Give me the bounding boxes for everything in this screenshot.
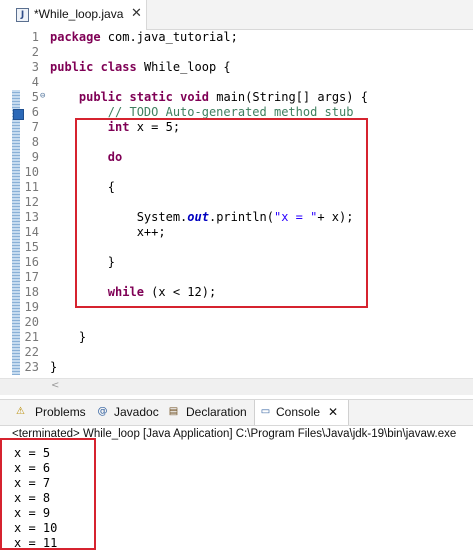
line-number: 6 bbox=[31, 105, 39, 119]
code-token: class bbox=[100, 60, 137, 74]
code-line[interactable] bbox=[50, 45, 470, 60]
code-token: void bbox=[180, 90, 209, 104]
editor-tab-while-loop[interactable]: J *While_loop.java ✕ bbox=[0, 0, 147, 30]
line-number: 21 bbox=[24, 330, 39, 344]
code-token: main(String[] args) { bbox=[209, 90, 368, 104]
close-icon[interactable]: ✕ bbox=[131, 6, 142, 21]
code-editor[interactable]: ⊖ 1 package com.java_tutorial; 2 3 public cl… bbox=[0, 30, 473, 378]
line-number: 3 bbox=[31, 60, 39, 74]
highlight-box-code bbox=[75, 118, 368, 308]
horizontal-scrollbar[interactable]: < bbox=[0, 378, 473, 395]
code-token: // TODO Auto-generated method stub bbox=[107, 105, 354, 119]
highlight-box-output bbox=[0, 438, 96, 550]
code-token: While_loop { bbox=[136, 60, 231, 74]
scroll-left-icon[interactable]: < bbox=[51, 380, 59, 391]
line-number: 1 bbox=[31, 30, 39, 44]
code-token: public bbox=[50, 60, 94, 74]
line-number: 11 bbox=[24, 180, 39, 194]
code-line[interactable] bbox=[50, 75, 470, 90]
tab-console[interactable]: ▭ Console ✕ bbox=[254, 400, 349, 425]
line-number: 19 bbox=[24, 300, 39, 314]
code-token: } bbox=[50, 360, 58, 374]
code-token: static bbox=[129, 90, 173, 104]
javadoc-icon: @ bbox=[97, 406, 108, 417]
line-number: 10 bbox=[24, 165, 39, 179]
tab-label-console: Console bbox=[276, 405, 321, 419]
editor-tab-title: *While_loop.java bbox=[34, 7, 124, 21]
line-number: 4 bbox=[31, 75, 39, 89]
tab-problems[interactable]: ⚠ Problems bbox=[14, 400, 88, 425]
code-token: public bbox=[78, 90, 123, 104]
tab-label-javadoc: Javadoc bbox=[114, 405, 159, 419]
line-number: 9 bbox=[31, 150, 39, 164]
change-bar bbox=[12, 90, 20, 375]
line-number: 14 bbox=[24, 225, 39, 239]
code-token: } bbox=[50, 330, 87, 344]
tab-label-problems: Problems bbox=[35, 405, 86, 419]
code-line[interactable]: public class While_loop { bbox=[50, 60, 470, 75]
code-line[interactable]: } bbox=[50, 330, 470, 345]
line-number: 13 bbox=[24, 210, 39, 224]
code-line[interactable]: package com.java_tutorial; bbox=[50, 30, 470, 45]
tab-label-declaration: Declaration bbox=[186, 405, 247, 419]
line-number: 15 bbox=[24, 240, 39, 254]
line-number: 2 bbox=[31, 45, 39, 59]
line-number: 7 bbox=[31, 120, 39, 134]
code-token: package bbox=[50, 30, 101, 44]
java-file-icon: J bbox=[16, 8, 29, 22]
console-tab-bar: ⚠ Problems @ Javadoc ▤ Declaration ▭ Con… bbox=[0, 399, 473, 426]
code-line[interactable] bbox=[50, 345, 470, 360]
code-line[interactable] bbox=[50, 315, 470, 330]
line-number: 17 bbox=[24, 270, 39, 284]
tab-declaration[interactable]: ▤ Declaration bbox=[167, 400, 251, 425]
line-number: 23 bbox=[24, 360, 39, 374]
line-number: 18 bbox=[24, 285, 39, 299]
line-number: 22 bbox=[24, 345, 39, 359]
tab-javadoc[interactable]: @ Javadoc bbox=[96, 400, 162, 425]
line-number: 16 bbox=[24, 255, 39, 269]
line-number: 12 bbox=[24, 195, 39, 209]
code-line[interactable]: } bbox=[50, 360, 470, 375]
console-icon: ▭ bbox=[260, 406, 271, 417]
fold-collapse-icon[interactable]: ⊖ bbox=[40, 91, 45, 101]
line-number: 5 bbox=[31, 90, 39, 104]
code-token: com.java_tutorial; bbox=[100, 30, 238, 44]
code-line[interactable]: public static void main(String[] args) { bbox=[50, 90, 470, 105]
close-icon[interactable]: ✕ bbox=[328, 405, 338, 419]
editor-tab-bar: J *While_loop.java ✕ bbox=[0, 0, 473, 30]
line-number: 8 bbox=[31, 135, 39, 149]
line-number: 20 bbox=[24, 315, 39, 329]
declaration-icon: ▤ bbox=[168, 406, 179, 417]
problems-icon: ⚠ bbox=[16, 406, 25, 417]
annotation-ruler bbox=[0, 30, 12, 378]
